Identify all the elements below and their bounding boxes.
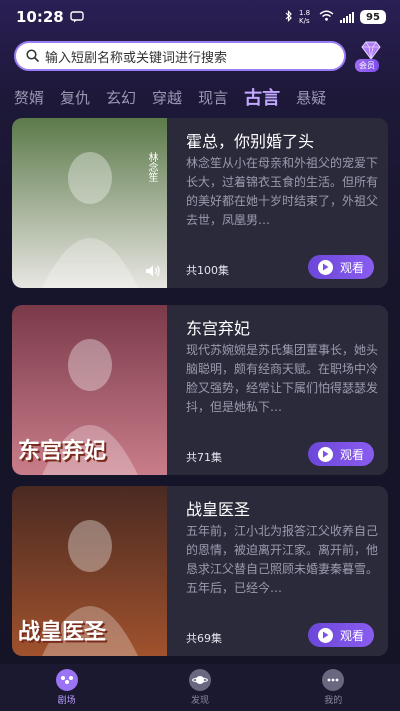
battery-indicator: 95	[360, 10, 386, 24]
nav-label: 我的	[324, 696, 343, 706]
nav-label: 剧场	[57, 696, 76, 706]
drama-cover-image[interactable]: 东宫弃妃	[12, 305, 167, 475]
drama-title[interactable]: 霍总，你别婚了头	[186, 128, 314, 152]
tab-5[interactable]: 古言	[244, 84, 280, 110]
play-icon	[317, 259, 333, 275]
tab-4[interactable]: 现言	[198, 87, 228, 108]
drama-cover-image[interactable]: 林念笙	[12, 118, 167, 288]
bottom-nav: 剧场 发现 我的	[0, 664, 400, 711]
network-speed: 1.8 K/s	[299, 9, 311, 25]
profile-icon	[322, 669, 345, 691]
cover-caption: 林念笙	[146, 152, 157, 182]
search-icon	[26, 47, 39, 66]
status-time: 10:28	[16, 8, 64, 26]
tab-0[interactable]: 赘婿	[14, 87, 44, 108]
tab-1[interactable]: 复仇	[60, 87, 90, 108]
search-placeholder: 输入短剧名称或关键词进行搜索	[45, 50, 228, 66]
nav-label: 发现	[190, 696, 209, 706]
watch-button[interactable]: 观看	[308, 623, 374, 647]
episode-count: 共100集	[186, 264, 229, 277]
drama-title[interactable]: 战皇医圣	[186, 496, 250, 520]
watch-label: 观看	[339, 447, 364, 462]
search-input[interactable]: 输入短剧名称或关键词进行搜索	[14, 41, 346, 71]
watch-label: 观看	[339, 628, 364, 643]
episode-count: 共69集	[186, 632, 222, 645]
signal-icon	[340, 11, 354, 23]
drama-cover-image[interactable]: 战皇医圣	[12, 486, 167, 656]
nav-item-theater[interactable]: 剧场	[37, 669, 97, 706]
drama-description: 林念笙从小在母亲和外祖父的宠爱下长大，过着锦衣玉食的生活。但所有的美好都在她十岁…	[186, 156, 379, 227]
play-icon	[317, 627, 333, 643]
watch-button[interactable]: 观看	[308, 255, 374, 279]
drama-title[interactable]: 东宫弃妃	[186, 315, 250, 339]
watch-button[interactable]: 观看	[308, 442, 374, 466]
drama-card[interactable]: 林念笙 霍总，你别婚了头林念笙从小在母亲和外祖父的宠爱下长大，过着锦衣玉食的生活。…	[12, 118, 388, 288]
status-bar: 10:28 1.8 K/s 95	[0, 0, 400, 34]
wifi-icon	[319, 10, 334, 24]
tab-3[interactable]: 穿越	[152, 87, 182, 108]
drama-description: 五年前，江小北为报答江父收养自己的恩情，被迫离开江家。离开前，他恳求江父替自己照…	[186, 524, 379, 595]
planet-icon	[188, 669, 211, 691]
theater-icon	[55, 669, 78, 691]
nav-item-profile[interactable]: 我的	[303, 669, 363, 706]
category-tabs: 赘婿 复仇 玄幻 穿越 现言 古言 悬疑	[0, 82, 400, 112]
tab-2[interactable]: 玄幻	[106, 87, 136, 108]
episode-count: 共71集	[186, 451, 222, 464]
watch-label: 观看	[339, 260, 364, 275]
drama-card[interactable]: 战皇医圣 战皇医圣 五年前，江小北为报答江父收养自己的恩情，被迫离开江家。离开前，他…	[12, 486, 388, 656]
vip-button[interactable]: 会员	[355, 40, 386, 72]
search-row: 输入短剧名称或关键词进行搜索 会员	[14, 40, 386, 72]
cover-caption: 东宫弃妃	[18, 438, 107, 464]
tab-6[interactable]: 悬疑	[296, 87, 326, 108]
cover-caption: 战皇医圣	[18, 619, 107, 645]
drama-description: 现代苏婉婉是苏氏集团董事长，她头脑聪明，颇有经商天赋。在职场中冷脸又强势，经常让…	[186, 343, 379, 414]
message-icon	[70, 8, 84, 27]
drama-card[interactable]: 东宫弃妃 东宫弃妃 现代苏婉婉是苏氏集团董事长，她头脑聪明，颇有经商天赋。在职场中冷…	[12, 305, 388, 475]
bluetooth-icon	[285, 9, 293, 25]
vip-label: 会员	[355, 59, 379, 72]
play-icon	[317, 446, 333, 462]
nav-item-planet[interactable]: 发现	[170, 669, 230, 706]
volume-icon[interactable]	[145, 263, 161, 282]
